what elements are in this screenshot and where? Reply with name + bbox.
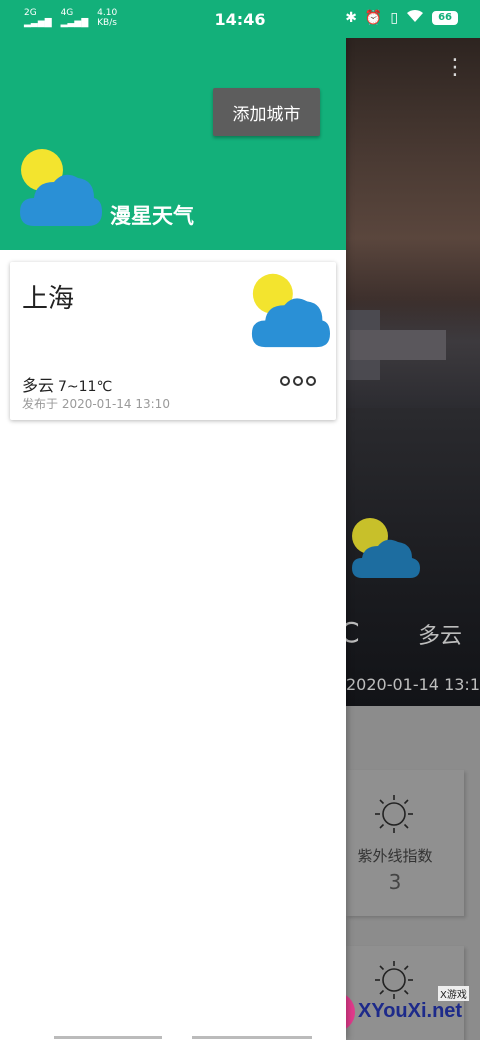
- vibrate-icon: ▯: [390, 10, 399, 26]
- temperature-range: 7~11℃: [58, 379, 113, 395]
- navigation-drawer: 添加城市 漫星天气 上海 多云 7~11℃ 发布于 2020-01-14 13:1…: [0, 38, 346, 1040]
- publish-time: 发布于 2020-01-14 13:10: [22, 397, 170, 411]
- weather-text: 多云: [22, 376, 55, 395]
- current-weather: 多云: [418, 624, 463, 649]
- wifi-icon: [406, 9, 424, 27]
- more-options-icon[interactable]: [280, 376, 316, 386]
- alarm-icon: ⏰: [364, 10, 383, 26]
- watermark-small-text: X游戏: [438, 986, 469, 1001]
- uv-index-label: 紫外线指数: [357, 847, 433, 865]
- nav-indicator: [54, 1036, 162, 1039]
- nav-indicator: [192, 1036, 312, 1039]
- city-background-photo: ⋮ C 多云 2020-01-14 13:10: [340, 38, 480, 706]
- background-weather-app[interactable]: ⋮ C 多云 2020-01-14 13:10 紫外线指数 3: [340, 38, 480, 1040]
- city-name: 上海: [22, 284, 75, 314]
- gesture-bar: [0, 1036, 480, 1040]
- skyline-building: [350, 330, 446, 360]
- city-weather: 多云 7~11℃: [22, 372, 112, 396]
- partly-cloudy-icon: [350, 516, 420, 586]
- watermark-text: XYouXi.net: [358, 1000, 463, 1022]
- uv-index-card[interactable]: 紫外线指数 3: [346, 770, 464, 916]
- city-card-shanghai[interactable]: 上海 多云 7~11℃ 发布于 2020-01-14 13:10: [10, 262, 336, 420]
- app-logo-icon: [18, 146, 102, 232]
- add-city-button[interactable]: 添加城市: [213, 88, 320, 136]
- battery-icon: 66: [432, 11, 458, 25]
- partly-cloudy-icon: [250, 270, 330, 354]
- status-icons: ✱ ⏰ ▯ 66: [345, 9, 458, 27]
- drawer-header: 添加城市 漫星天气: [0, 38, 346, 250]
- update-time: 2020-01-14 13:10: [346, 675, 480, 694]
- overflow-menu-icon[interactable]: ⋮: [444, 57, 466, 79]
- sun-icon: [374, 794, 414, 838]
- status-bar: 2G ▂▃▅▇ 4G ▂▃▅▇ 4.10 KB/s 14:46 ✱ ⏰ ▯ 66: [0, 0, 480, 38]
- uv-index-value: 3: [388, 870, 402, 894]
- bluetooth-icon: ✱: [345, 10, 357, 26]
- app-name: 漫星天气: [110, 204, 194, 228]
